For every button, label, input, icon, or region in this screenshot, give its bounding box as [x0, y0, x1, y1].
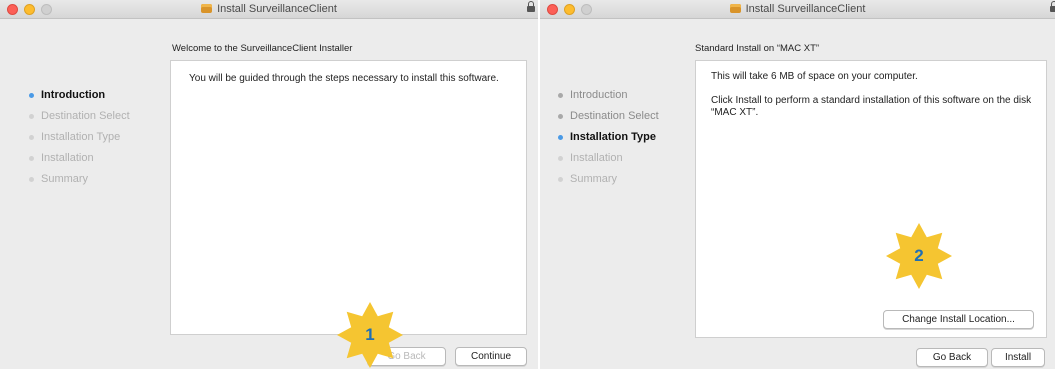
- step-installation-type: Installation Type: [558, 130, 659, 151]
- title-bar[interactable]: Install SurveillanceClient: [540, 0, 1055, 19]
- window-title: Install SurveillanceClient: [540, 3, 1055, 15]
- step-dot: [558, 135, 563, 140]
- install-description-text: Click Install to perform a standard inst…: [711, 95, 1032, 118]
- step-installation: Installation: [29, 151, 130, 172]
- installer-window-left: Install SurveillanceClient Welcome to th…: [0, 0, 538, 369]
- step-destination-select: Destination Select: [29, 109, 130, 130]
- badge-number: 1: [365, 325, 375, 344]
- content-panel: This will take 6 MB of space on your com…: [695, 60, 1047, 338]
- step-dot: [558, 114, 563, 119]
- step-destination-select: Destination Select: [558, 109, 659, 130]
- step-installation-type: Installation Type: [29, 130, 130, 151]
- lock-icon: [527, 1, 535, 12]
- step-dot: [558, 93, 563, 98]
- step-dot: [29, 114, 34, 119]
- install-button[interactable]: Install: [991, 348, 1045, 367]
- step-badge-2: 2: [886, 223, 952, 289]
- step-dot: [29, 135, 34, 140]
- step-introduction: Introduction: [558, 88, 659, 109]
- package-icon: [201, 4, 213, 13]
- go-back-button[interactable]: Go Back: [916, 348, 988, 367]
- window-title-text: Install SurveillanceClient: [217, 3, 337, 15]
- space-required-text: This will take 6 MB of space on your com…: [711, 71, 918, 82]
- page-heading: Welcome to the SurveillanceClient Instal…: [172, 43, 353, 54]
- window-title-text: Install SurveillanceClient: [745, 3, 866, 15]
- content-panel: You will be guided through the steps nec…: [170, 60, 527, 335]
- page-heading: Standard Install on “MAC XT”: [695, 43, 820, 54]
- step-dot: [558, 156, 563, 161]
- steps-sidebar: Introduction Destination Select Installa…: [558, 88, 659, 193]
- continue-button[interactable]: Continue: [455, 347, 527, 366]
- step-summary: Summary: [29, 172, 130, 193]
- installer-window-right: Install SurveillanceClient Standard Inst…: [540, 0, 1055, 369]
- title-bar[interactable]: Install SurveillanceClient: [0, 0, 538, 19]
- step-summary: Summary: [558, 172, 659, 193]
- steps-sidebar: Introduction Destination Select Installa…: [29, 88, 130, 193]
- step-dot: [29, 93, 34, 98]
- lock-icon: [1050, 1, 1055, 12]
- badge-number: 2: [914, 246, 924, 265]
- step-installation: Installation: [558, 151, 659, 172]
- step-dot: [29, 156, 34, 161]
- step-introduction: Introduction: [29, 88, 130, 109]
- step-badge-1: 1: [337, 302, 403, 368]
- step-dot: [558, 177, 563, 182]
- step-dot: [29, 177, 34, 182]
- change-install-location-button[interactable]: Change Install Location...: [883, 310, 1034, 329]
- intro-text: You will be guided through the steps nec…: [189, 73, 499, 84]
- package-icon: [729, 4, 741, 13]
- window-title: Install SurveillanceClient: [0, 3, 538, 15]
